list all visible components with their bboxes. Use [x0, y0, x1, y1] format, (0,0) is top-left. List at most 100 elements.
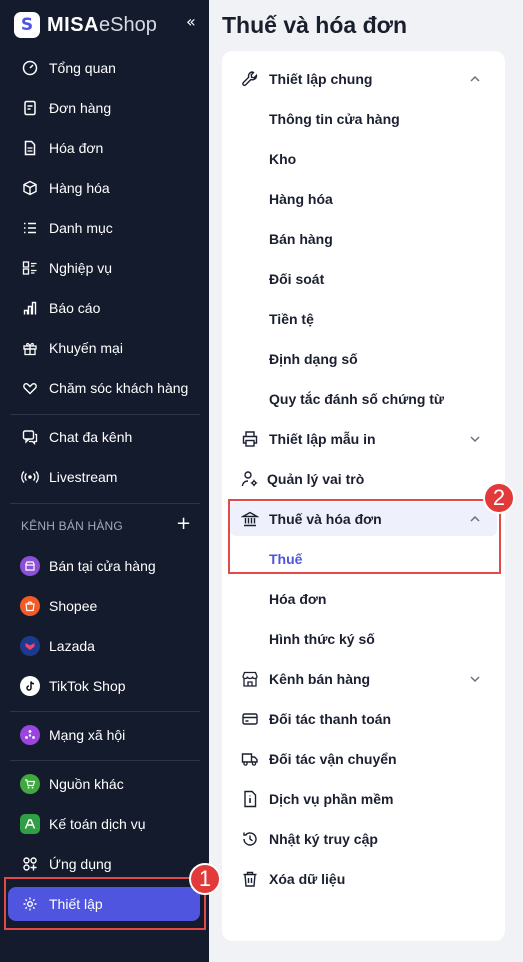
- sidebar-item-label: Tổng quan: [49, 60, 116, 76]
- menu-item-label: Đối soát: [269, 271, 325, 287]
- menu-item-warehouse[interactable]: Kho: [222, 142, 505, 176]
- invoice-icon: [20, 138, 40, 158]
- menu-group-label: Kênh bán hàng: [269, 671, 371, 687]
- menu-item-store-info[interactable]: Thông tin cửa hàng: [222, 102, 505, 136]
- menu-item-label: Nhật ký truy cập: [269, 831, 378, 847]
- gift-icon: [20, 338, 40, 358]
- menu-item-label: Hàng hóa: [269, 191, 333, 207]
- callout-box-settings: [4, 877, 206, 930]
- menu-group-general[interactable]: Thiết lập chung: [222, 62, 505, 96]
- sidebar-item-label: Hàng hóa: [49, 180, 110, 196]
- sidebar-item-other-sources[interactable]: Nguồn khác: [8, 767, 200, 801]
- home-icon: [20, 58, 40, 78]
- social-icon: [20, 725, 40, 745]
- brand[interactable]: S MISAeShop: [14, 10, 157, 40]
- menu-group-label: Thiết lập mẫu in: [269, 431, 376, 447]
- sidebar-item-catalog[interactable]: Danh mục: [8, 211, 200, 245]
- menu-item-products[interactable]: Hàng hóa: [222, 182, 505, 216]
- printer-icon: [240, 429, 260, 449]
- sidebar-item-promotions[interactable]: Khuyến mại: [8, 331, 200, 365]
- collapse-sidebar-button[interactable]: «: [186, 14, 196, 30]
- trash-icon: [240, 869, 260, 889]
- sidebar-item-label: TikTok Shop: [49, 678, 126, 694]
- menu-item-label: Đối tác vận chuyển: [269, 751, 397, 767]
- menu-item-label: Thông tin cửa hàng: [269, 111, 400, 127]
- shopee-icon: [20, 596, 40, 616]
- info-doc-icon: [240, 789, 260, 809]
- sidebar-item-orders[interactable]: Đơn hàng: [8, 91, 200, 125]
- sidebar-item-label: Nghiệp vụ: [49, 260, 113, 276]
- sidebar-item-label: Khuyến mại: [49, 340, 123, 356]
- sidebar-item-lazada[interactable]: Lazada: [8, 629, 200, 663]
- brand-name: MISAeShop: [47, 14, 157, 36]
- sidebar-item-social-networks[interactable]: Mạng xã hội: [8, 718, 200, 752]
- sidebar-item-label: Chăm sóc khách hàng: [49, 380, 189, 396]
- menu-item-label: Kho: [269, 151, 297, 167]
- menu-item-delete-data[interactable]: Xóa dữ liệu: [222, 862, 505, 896]
- sidebar-item-label: Ứng dụng: [49, 856, 112, 872]
- sidebar-item-accounting-service[interactable]: Kế toán dịch vụ: [8, 807, 200, 841]
- storefront-icon: [240, 669, 260, 689]
- menu-item-role-management[interactable]: Quản lý vai trò: [222, 462, 505, 496]
- sidebar-item-label: Báo cáo: [49, 300, 101, 316]
- menu-item-label: Dịch vụ phần mềm: [269, 791, 394, 807]
- menu-item-software-services[interactable]: Dịch vụ phần mềm: [222, 782, 505, 816]
- chart-icon: [20, 298, 40, 318]
- order-icon: [20, 98, 40, 118]
- menu-item-document-numbering[interactable]: Quy tắc đánh số chứng từ: [222, 382, 505, 416]
- menu-item-invoice[interactable]: Hóa đơn: [222, 582, 505, 616]
- sidebar-item-tiktok-shop[interactable]: TikTok Shop: [8, 669, 200, 703]
- chevron-down-icon[interactable]: [467, 431, 483, 447]
- add-channel-button[interactable]: +: [176, 515, 191, 533]
- sidebar-item-label: Lazada: [49, 638, 95, 654]
- menu-item-label: Quản lý vai trò: [267, 471, 365, 487]
- menu-item-label: Đối tác thanh toán: [269, 711, 392, 727]
- sidebar-item-reports[interactable]: Báo cáo: [8, 291, 200, 325]
- sidebar-item-operations[interactable]: Nghiệp vụ: [8, 251, 200, 285]
- wrench-icon: [240, 69, 260, 89]
- sidebar-item-label: Chat đa kênh: [49, 429, 133, 445]
- menu-item-label: Quy tắc đánh số chứng từ: [269, 391, 445, 407]
- menu-item-shipping-partners[interactable]: Đối tác vận chuyển: [222, 742, 505, 776]
- sidebar-item-livestream[interactable]: Livestream: [8, 460, 200, 494]
- sidebar-item-invoices[interactable]: Hóa đơn: [8, 131, 200, 165]
- sidebar-item-overview[interactable]: Tổng quan: [8, 51, 200, 85]
- menu-item-access-log[interactable]: Nhật ký truy cập: [222, 822, 505, 856]
- chat-icon: [20, 427, 40, 447]
- store-icon: [20, 556, 40, 576]
- sidebar-item-in-store[interactable]: Bán tại cửa hàng: [8, 549, 200, 583]
- sidebar-item-customer-care[interactable]: Chăm sóc khách hàng: [8, 371, 200, 405]
- page-title: Thuế và hóa đơn: [222, 12, 408, 38]
- sidebar-item-omni-chat[interactable]: Chat đa kênh: [8, 420, 200, 454]
- sidebar-item-label: Nguồn khác: [49, 776, 124, 792]
- menu-group-print-templates[interactable]: Thiết lập mẫu in: [222, 422, 505, 456]
- sidebar-item-label: Đơn hàng: [49, 100, 112, 116]
- menu-item-sales[interactable]: Bán hàng: [222, 222, 505, 256]
- callout-box-tax-invoice: [228, 499, 501, 574]
- menu-item-digital-signature[interactable]: Hình thức ký số: [222, 622, 505, 656]
- sidebar-item-shopee[interactable]: Shopee: [8, 589, 200, 623]
- brand-logo-icon: S: [14, 12, 40, 38]
- sidebar-item-apps[interactable]: Ứng dụng: [8, 847, 200, 881]
- card-icon: [240, 709, 260, 729]
- menu-group-sales-channels[interactable]: Kênh bán hàng: [222, 662, 505, 696]
- menu-item-reconciliation[interactable]: Đối soát: [222, 262, 505, 296]
- chevron-up-icon[interactable]: [467, 71, 483, 87]
- menu-item-payment-partners[interactable]: Đối tác thanh toán: [222, 702, 505, 736]
- menu-item-number-format[interactable]: Định dạng số: [222, 342, 505, 376]
- menu-item-label: Xóa dữ liệu: [269, 871, 346, 887]
- sidebar-item-label: Bán tại cửa hàng: [49, 558, 156, 574]
- sidebar-divider: [10, 503, 200, 504]
- livestream-icon: [20, 467, 40, 487]
- menu-group-label: Thiết lập chung: [269, 71, 373, 87]
- menu-item-currency[interactable]: Tiền tệ: [222, 302, 505, 336]
- sidebar: S MISAeShop « Tổng quan Đơn hàng Hóa đơn…: [0, 0, 209, 962]
- lazada-icon: [20, 636, 40, 656]
- accounting-icon: [20, 814, 40, 834]
- chevron-down-icon[interactable]: [467, 671, 483, 687]
- menu-item-label: Định dạng số: [269, 351, 358, 367]
- callout-badge-1: 1: [189, 863, 221, 895]
- menu-item-label: Hình thức ký số: [269, 631, 375, 647]
- sidebar-item-products[interactable]: Hàng hóa: [8, 171, 200, 205]
- sidebar-divider: [10, 711, 200, 712]
